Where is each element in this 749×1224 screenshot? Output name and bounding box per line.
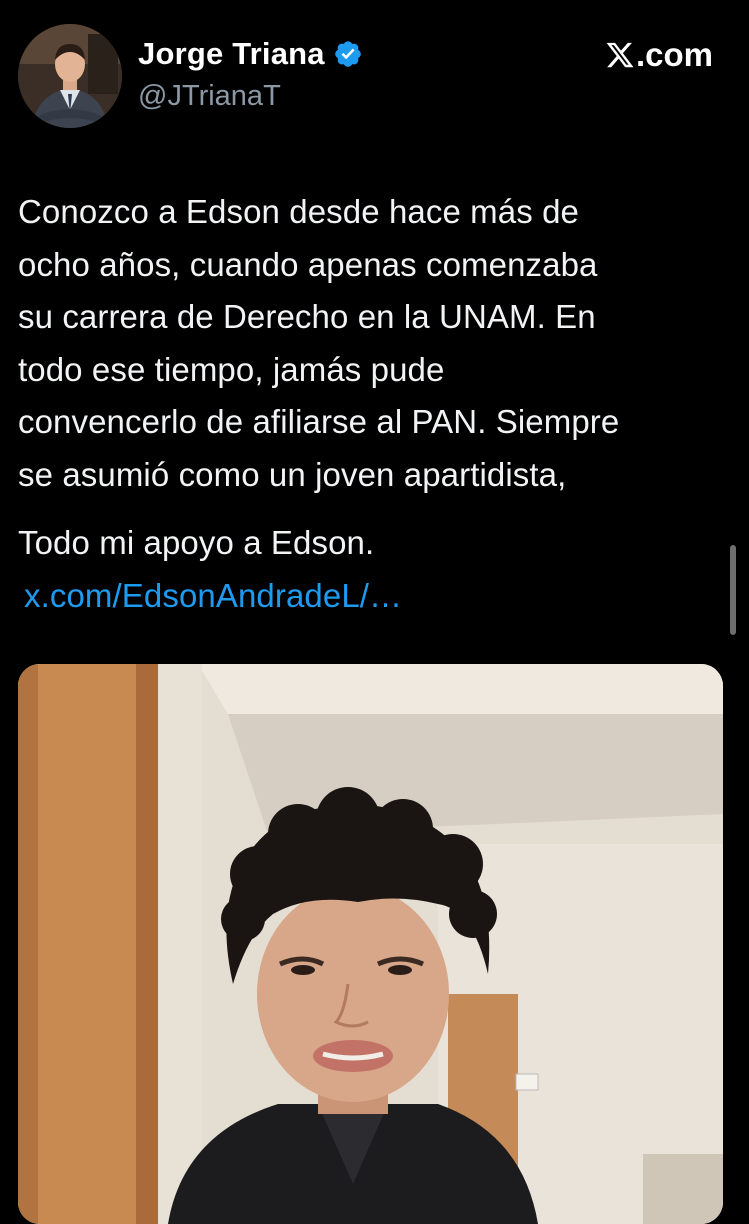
tweet-text: Conozco a Edson desde hace más de ocho a…: [18, 186, 730, 622]
tweet-paragraph: Todo mi apoyo a Edson.: [18, 524, 375, 561]
scrollbar[interactable]: [730, 545, 736, 635]
tweet-media-video[interactable]: [18, 664, 723, 1224]
source-link[interactable]: .com: [605, 36, 713, 74]
author-name-row[interactable]: Jorge Triana: [138, 36, 363, 72]
author-name[interactable]: Jorge Triana: [138, 36, 325, 72]
tweet-paragraph: Conozco a Edson desde hace más de ocho a…: [18, 193, 620, 493]
author-handle[interactable]: @JTrianaT: [138, 80, 281, 113]
tweet-link[interactable]: x.com/EdsonAndradeL/…: [18, 570, 730, 623]
author-avatar[interactable]: [18, 24, 122, 128]
source-label: .com: [635, 36, 713, 73]
verified-badge-icon: [333, 39, 363, 69]
x-logo-icon: [605, 40, 635, 70]
tweet-header: Jorge Triana @JTrianaT .com: [0, 0, 749, 140]
